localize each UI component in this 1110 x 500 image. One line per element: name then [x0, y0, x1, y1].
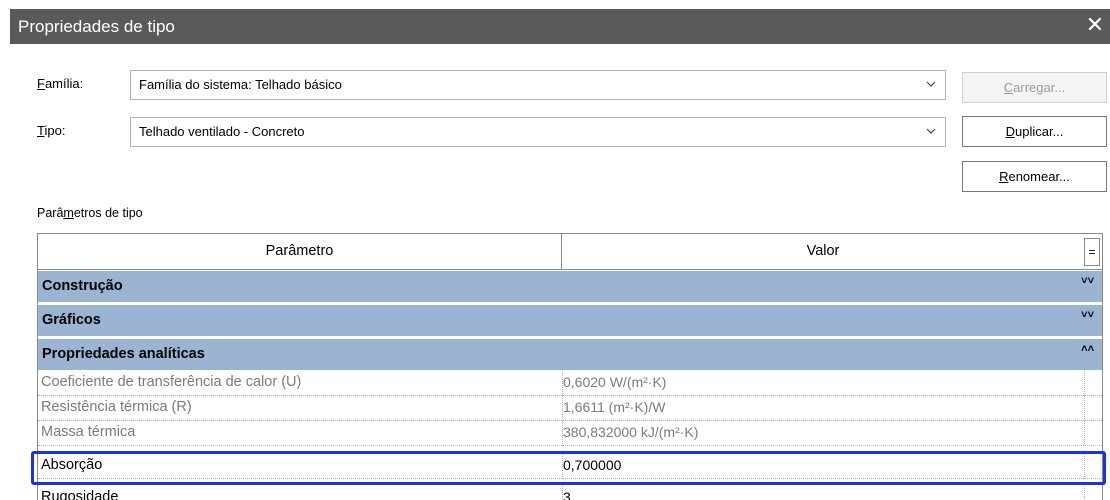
column-header-parametro[interactable]: Parâmetro [38, 234, 562, 269]
cell-divider [1084, 486, 1085, 500]
table-row[interactable]: Resistência térmica (R) 1,6611 (m²·K)/W [38, 396, 1102, 421]
familia-dropdown[interactable]: Família do sistema: Telhado básico [130, 70, 946, 100]
param-name: Massa térmica [41, 424, 136, 440]
group-label: Gráficos [42, 312, 101, 328]
familia-label: Família: [37, 76, 84, 91]
group-label: Propriedades analíticas [42, 346, 205, 362]
param-name: Rugosidade [41, 489, 119, 500]
param-value: 380,832000 kJ/(m²·K) [563, 424, 699, 440]
param-value: 1,6611 (m²·K)/W [563, 399, 666, 415]
renomear-button[interactable]: Renomear... [962, 161, 1107, 192]
cell-divider [1084, 396, 1085, 421]
chevron-down-icon [926, 128, 936, 134]
grid-header: Parâmetro Valor = [38, 234, 1102, 270]
title-bar: Propriedades de tipo ✕ [0, 0, 1110, 50]
chevron-down-icon [926, 81, 936, 87]
carregar-button[interactable]: Carregar... [962, 72, 1107, 103]
param-value: 0,6020 W/(m²·K) [563, 374, 667, 390]
close-icon[interactable]: ✕ [1082, 12, 1108, 38]
window-title: Propriedades de tipo [18, 17, 175, 36]
param-value[interactable]: 3 [563, 489, 571, 500]
formula-button[interactable]: = [1084, 238, 1100, 266]
table-row[interactable]: Coeficiente de transferência de calor (U… [38, 371, 1102, 396]
selection-highlight-box [31, 451, 1106, 485]
param-name: Coeficiente de transferência de calor (U… [41, 374, 302, 390]
chevron-collapse-up-icon: ˄˄ [1081, 343, 1094, 355]
tipo-label: Tipo: [37, 123, 66, 138]
chevron-collapse-down-icon: ˅˅ [1081, 309, 1094, 321]
tipo-dropdown[interactable]: Telhado ventilado - Concreto [130, 117, 946, 147]
group-label: Construção [42, 278, 123, 294]
cell-divider [1084, 371, 1085, 396]
group-graficos[interactable]: Gráficos ˅˅ [38, 304, 1102, 336]
duplicar-button[interactable]: Duplicar... [962, 116, 1107, 147]
parametros-de-tipo-label: Parâmetros de tipo [37, 206, 143, 220]
familia-value: Família do sistema: Telhado básico [139, 77, 342, 92]
cell-divider [1084, 421, 1085, 446]
table-row[interactable]: Massa térmica 380,832000 kJ/(m²·K) [38, 421, 1102, 446]
title-bar-inner: Propriedades de tipo ✕ [10, 9, 1110, 44]
group-construcao[interactable]: Construção ˅˅ [38, 270, 1102, 302]
table-row[interactable]: Rugosidade 3 [38, 486, 1102, 500]
group-propriedades-analiticas[interactable]: Propriedades analíticas ˄˄ [38, 338, 1102, 370]
chevron-collapse-down-icon: ˅˅ [1081, 275, 1094, 287]
param-name: Resistência térmica (R) [41, 399, 192, 415]
column-header-valor[interactable]: Valor [562, 234, 1084, 269]
tipo-value: Telhado ventilado - Concreto [139, 124, 305, 139]
